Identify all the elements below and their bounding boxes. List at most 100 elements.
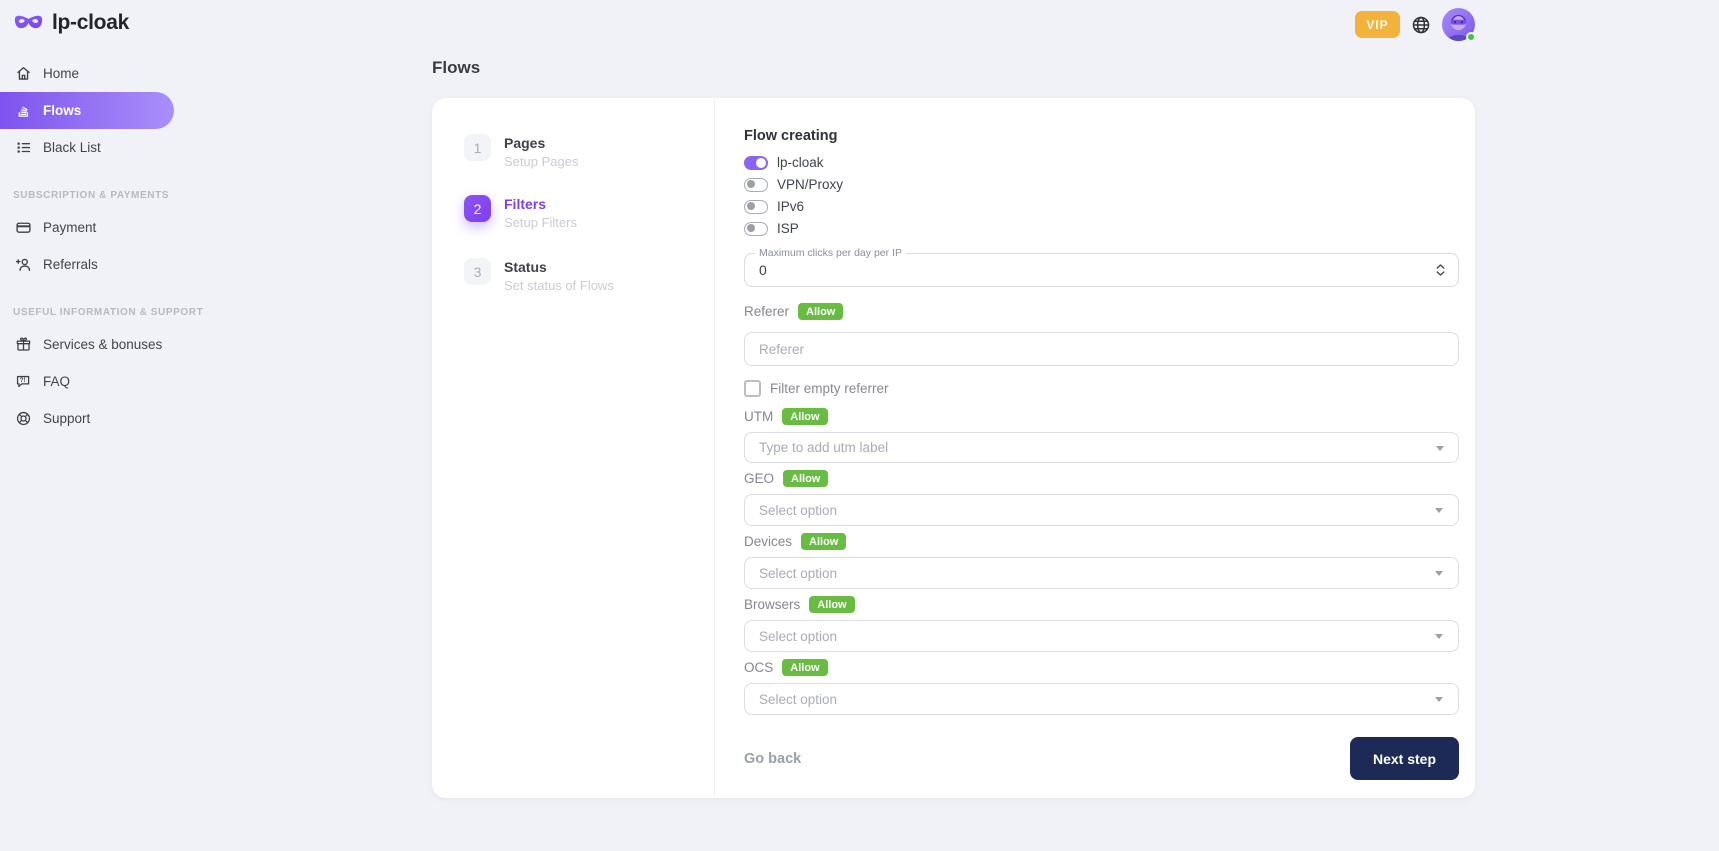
step-pages[interactable]: 1 Pages Setup Pages xyxy=(464,134,578,169)
toggle-row-ipv6[interactable]: IPv6 xyxy=(744,199,1459,214)
sidebar-item-referrals[interactable]: Referrals xyxy=(0,246,174,283)
app-root: lp-cloak VIP xyxy=(0,0,1719,851)
sidebar-item-flows[interactable]: Flows xyxy=(0,92,174,129)
toggle-switch-off[interactable] xyxy=(744,178,768,192)
section-label-useful-information: USEFUL INFORMATION & SUPPORT xyxy=(13,307,164,318)
form-actions: Go back Next step xyxy=(744,737,1459,780)
sidebar-item-label: Support xyxy=(43,411,90,426)
stepper: 1 Pages Setup Pages 2 Filters Setup Filt… xyxy=(432,98,715,798)
sidebar-item-faq[interactable]: ?! FAQ xyxy=(0,363,174,400)
toggle-label: IPv6 xyxy=(777,199,804,214)
utm-combo xyxy=(744,432,1459,463)
ocs-select[interactable]: Select option xyxy=(744,683,1459,715)
sidebar-item-label: Services & bonuses xyxy=(43,337,162,352)
faq-bubble-icon: ?! xyxy=(15,373,32,390)
step-title: Status xyxy=(504,259,614,275)
filter-empty-referrer-checkbox[interactable] xyxy=(744,380,761,397)
toggle-knob xyxy=(747,202,755,210)
chevron-down-icon xyxy=(1436,446,1444,451)
online-status-dot xyxy=(1466,32,1476,42)
toggle-row-lp-cloak[interactable]: lp-cloak xyxy=(744,155,1459,170)
allow-badge[interactable]: Allow xyxy=(783,470,828,487)
number-stepper-icon[interactable] xyxy=(1436,264,1445,276)
allow-badge[interactable]: Allow xyxy=(782,408,827,425)
select-placeholder: Select option xyxy=(759,629,837,644)
step-title: Pages xyxy=(504,135,578,151)
browsers-label: Browsers xyxy=(744,597,800,612)
utm-label: UTM xyxy=(744,409,773,424)
brand-logo[interactable]: lp-cloak xyxy=(13,11,129,35)
chevron-down-icon xyxy=(1435,697,1443,702)
sidebar-item-label: Referrals xyxy=(43,257,98,272)
checkbox-label: Filter empty referrer xyxy=(770,381,889,396)
user-avatar[interactable] xyxy=(1442,8,1475,41)
ocs-label-row: OCS Allow xyxy=(744,659,1459,676)
toggle-row-vpn-proxy[interactable]: VPN/Proxy xyxy=(744,177,1459,192)
go-back-button[interactable]: Go back xyxy=(744,751,801,767)
step-subtitle: Setup Filters xyxy=(504,215,577,230)
toggle-switch-off[interactable] xyxy=(744,200,768,214)
form-title: Flow creating xyxy=(744,128,1459,144)
step-filters[interactable]: 2 Filters Setup Filters xyxy=(464,195,577,230)
sidebar-item-services-bonuses[interactable]: Services & bonuses xyxy=(0,326,174,363)
referer-label: Referer xyxy=(744,304,789,319)
sidebar-item-payment[interactable]: Payment xyxy=(0,209,174,246)
toggle-row-isp[interactable]: ISP xyxy=(744,221,1459,236)
vip-button[interactable]: VIP xyxy=(1355,11,1400,38)
max-clicks-input[interactable] xyxy=(759,254,1399,286)
flow-form: Flow creating lp-cloak VPN/Proxy IPv6 IS… xyxy=(744,98,1459,780)
browsers-label-row: Browsers Allow xyxy=(744,596,1459,613)
toggle-label: lp-cloak xyxy=(777,155,824,170)
toggle-label: ISP xyxy=(777,221,799,236)
next-step-button[interactable]: Next step xyxy=(1350,737,1459,780)
svg-text:?!: ?! xyxy=(20,378,26,384)
select-placeholder: Select option xyxy=(759,692,837,707)
toggle-switch-on[interactable] xyxy=(744,156,768,170)
chevron-down-icon xyxy=(1435,508,1443,513)
sidebar-item-home[interactable]: Home xyxy=(0,55,174,92)
geo-select[interactable]: Select option xyxy=(744,494,1459,526)
browsers-select[interactable]: Select option xyxy=(744,620,1459,652)
utm-input[interactable] xyxy=(744,432,1459,463)
toggle-group: lp-cloak VPN/Proxy IPv6 ISP xyxy=(744,155,1459,236)
toggle-knob xyxy=(756,158,766,168)
allow-badge[interactable]: Allow xyxy=(801,533,846,550)
ocs-label: OCS xyxy=(744,660,773,675)
referer-label-row: Referer Allow xyxy=(744,303,1459,320)
lifebuoy-icon xyxy=(15,410,32,427)
step-subtitle: Set status of Flows xyxy=(504,278,614,293)
person-add-icon xyxy=(15,256,32,273)
flow-card: 1 Pages Setup Pages 2 Filters Setup Filt… xyxy=(432,98,1475,798)
brand-name: lp-cloak xyxy=(52,11,129,35)
step-status[interactable]: 3 Status Set status of Flows xyxy=(464,258,614,293)
globe-icon xyxy=(1411,15,1431,35)
gift-icon xyxy=(15,336,32,353)
sidebar-item-label: FAQ xyxy=(43,374,70,389)
step-title: Filters xyxy=(504,196,577,212)
sidebar-item-label: Home xyxy=(43,66,79,81)
sidebar-item-label: Flows xyxy=(43,103,81,118)
allow-badge[interactable]: Allow xyxy=(809,596,854,613)
toggle-knob xyxy=(747,180,755,188)
mask-logo-icon xyxy=(13,13,44,33)
devices-select[interactable]: Select option xyxy=(744,557,1459,589)
sidebar-item-blacklist[interactable]: Black List xyxy=(0,129,174,166)
sidebar-item-label: Payment xyxy=(43,220,96,235)
toggle-knob xyxy=(747,224,755,232)
header-right: VIP xyxy=(1355,8,1475,41)
toggle-label: VPN/Proxy xyxy=(777,177,843,192)
toggle-switch-off[interactable] xyxy=(744,222,768,236)
allow-badge[interactable]: Allow xyxy=(798,303,843,320)
page-title: Flows xyxy=(432,58,480,78)
filter-empty-referrer-row: Filter empty referrer xyxy=(744,380,1459,397)
step-number: 3 xyxy=(464,258,491,285)
utm-label-row: UTM Allow xyxy=(744,408,1459,425)
allow-badge[interactable]: Allow xyxy=(782,659,827,676)
step-number: 2 xyxy=(464,195,491,222)
referer-input[interactable] xyxy=(744,332,1459,366)
geo-label-row: GEO Allow xyxy=(744,470,1459,487)
step-number: 1 xyxy=(464,134,491,161)
sidebar-item-support[interactable]: Support xyxy=(0,400,174,437)
devices-label: Devices xyxy=(744,534,792,549)
language-button[interactable] xyxy=(1411,15,1431,35)
